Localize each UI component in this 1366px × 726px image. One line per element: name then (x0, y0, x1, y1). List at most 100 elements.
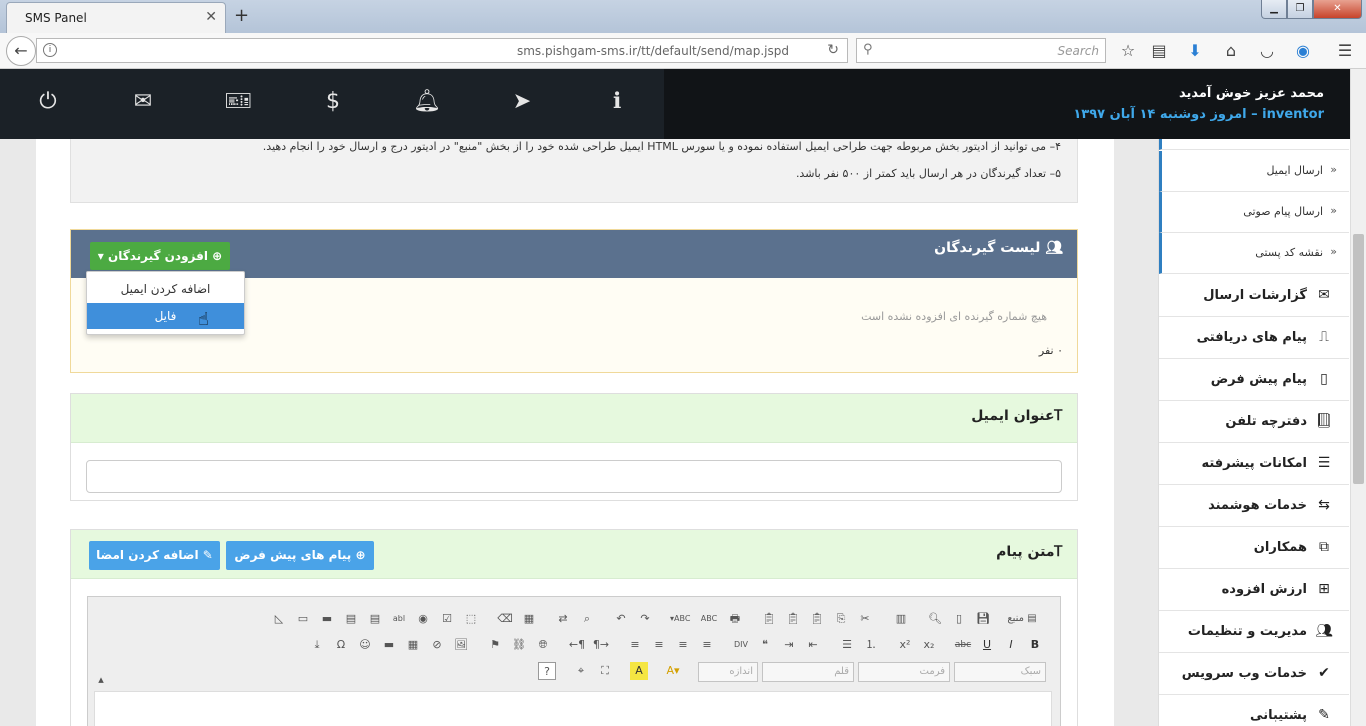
bell-icon[interactable]: 🔔︎ (412, 89, 442, 114)
find-icon[interactable]: ⌕ (578, 610, 596, 628)
reload-icon[interactable]: ↻ (827, 42, 839, 58)
italic-icon[interactable]: I (1002, 636, 1020, 654)
new-tab-icon[interactable]: + (234, 5, 249, 26)
sidebar-item-value-added[interactable]: ⊞ ارزش افزوده (1159, 569, 1349, 611)
sidebar-item-presets[interactable]: ▯ پیام پیش فرض (1159, 359, 1349, 401)
sidebar-item-reports[interactable]: ✉ گزارشات ارسال (1159, 275, 1349, 317)
div-icon[interactable]: DIV (732, 636, 750, 654)
redo-icon[interactable]: ↷ (636, 610, 654, 628)
sidebar-item-inbox[interactable]: ⎍ پیام های دریافتی (1159, 317, 1349, 359)
sidebar-item-phonebook[interactable]: 📕︎ دفترچه تلفن (1159, 401, 1349, 443)
sidebar-subitem-voice[interactable]: » ارسال پیام صوتی (1159, 192, 1349, 233)
window-close-button[interactable]: ✕ (1313, 0, 1362, 19)
copy-icon[interactable]: ⎘ (832, 610, 850, 628)
rtl-icon[interactable]: ←¶ (568, 636, 586, 654)
maximize-icon[interactable]: ⛶ (596, 662, 614, 680)
sidebar-item-support[interactable]: ✎ پشتیبانی (1159, 695, 1349, 726)
text-color-icon[interactable]: A▾ (664, 662, 682, 680)
editor-content-area[interactable] (94, 691, 1052, 726)
strike-icon[interactable]: abc (954, 636, 972, 654)
tab-close-icon[interactable]: ✕ (205, 9, 217, 25)
dropdown-item-file[interactable]: فایل (87, 303, 244, 329)
collapse-toolbar-icon[interactable]: ▴ (92, 671, 110, 689)
align-right-icon[interactable]: ≡ (650, 636, 668, 654)
info-icon[interactable]: ℹ (602, 89, 632, 114)
send-icon[interactable]: ➤ (507, 89, 537, 114)
checkbox-icon[interactable]: ☑ (438, 610, 456, 628)
scrollbar-thumb[interactable] (1353, 234, 1364, 484)
format-combo[interactable]: فرمت (858, 662, 950, 682)
underline-icon[interactable]: U (978, 636, 996, 654)
style-combo[interactable]: سبک (954, 662, 1046, 682)
spellcheck-icon[interactable]: ABC (700, 610, 718, 628)
paste-icon[interactable]: 📋︎ (808, 610, 826, 628)
dropdown-item-add-email[interactable]: اضافه کردن ایمیل (87, 276, 244, 302)
flash-icon[interactable]: ⊘ (428, 636, 446, 654)
image-button-icon[interactable]: ▭ (294, 610, 312, 628)
download-icon[interactable]: ⬇ (1185, 41, 1205, 60)
indent-icon[interactable]: ⇥ (780, 636, 798, 654)
info-icon[interactable]: i (43, 43, 57, 57)
subscript-icon[interactable]: x₂ (920, 636, 938, 654)
cut-icon[interactable]: ✂ (856, 610, 874, 628)
back-icon[interactable]: ← (6, 36, 36, 66)
form-icon[interactable]: ⬚ (462, 610, 480, 628)
save-icon[interactable]: 💾︎ (974, 610, 992, 628)
smiley-icon[interactable]: ☺ (356, 636, 374, 654)
superscript-icon[interactable]: x² (896, 636, 914, 654)
size-combo[interactable]: اندازه (698, 662, 758, 682)
special-char-icon[interactable]: Ω (332, 636, 350, 654)
sidebar-item-advanced[interactable]: ☰ امکانات پیشرفته (1159, 443, 1349, 485)
sidebar-subitem-postal-map[interactable]: » نقشه کد پستی (1159, 233, 1349, 274)
select-all-icon[interactable]: ▦ (520, 610, 538, 628)
anchor-icon[interactable]: ⚑ (486, 636, 504, 654)
show-blocks-icon[interactable]: ⌖ (572, 662, 590, 680)
menu-icon[interactable]: ☰ (1335, 41, 1355, 60)
paste-text-icon[interactable]: 📋︎ (784, 610, 802, 628)
ticket-icon[interactable]: 🎫︎ (223, 89, 253, 114)
sidebar-item-smart-services[interactable]: ⇆ خدمات هوشمند (1159, 485, 1349, 527)
bg-color-icon[interactable]: A (630, 662, 648, 680)
table-icon[interactable]: ▦ (404, 636, 422, 654)
horizontal-rule-icon[interactable]: ▬ (380, 636, 398, 654)
bullet-list-icon[interactable]: ☰ (838, 636, 856, 654)
link-icon[interactable]: 🌐︎ (534, 636, 552, 654)
sidebar-item-partners[interactable]: ⧉ همکاران (1159, 527, 1349, 569)
reading-list-icon[interactable]: ▤ (1149, 41, 1169, 60)
numbered-list-icon[interactable]: ⒈ (862, 636, 880, 654)
templates-icon[interactable]: ▥ (892, 610, 910, 628)
bookmark-star-icon[interactable]: ☆ (1118, 41, 1138, 60)
preset-messages-button[interactable]: ⊕ پیام های پیش فرض (226, 541, 374, 570)
mail-icon[interactable]: ✉ (128, 89, 158, 114)
new-page-icon[interactable]: ▯ (950, 610, 968, 628)
url-bar[interactable]: i sms.pishgam-sms.ir/tt/default/send/map… (36, 38, 848, 63)
align-left-icon[interactable]: ≡ (698, 636, 716, 654)
spellcheck-dropdown-icon[interactable]: ▾ABC (670, 610, 690, 628)
outdent-icon[interactable]: ⇤ (804, 636, 822, 654)
add-recipients-button[interactable]: ⊕ افزودن گیرندگان ▾ (90, 242, 230, 270)
undo-icon[interactable]: ↶ (612, 610, 630, 628)
pocket-icon[interactable]: ◡ (1257, 41, 1277, 60)
add-signature-button[interactable]: ✎ اضافه کردن امضا (89, 541, 220, 570)
page-scrollbar[interactable] (1350, 69, 1366, 726)
sidebar-subitem-send-email[interactable]: » ارسال ایمیل (1159, 151, 1349, 192)
sidebar-item-settings[interactable]: 👥︎ مدیریت و تنظیمات (1159, 611, 1349, 653)
image-icon[interactable]: 🖼︎ (452, 636, 470, 654)
dollar-icon[interactable]: $ (318, 89, 348, 114)
account-icon[interactable]: ◉ (1293, 41, 1313, 60)
select-field-icon[interactable]: ▤ (342, 610, 360, 628)
hidden-field-icon[interactable]: ◺ (270, 610, 288, 628)
page-break-icon[interactable]: ⤓ (308, 636, 326, 654)
home-icon[interactable]: ⌂ (1221, 41, 1241, 60)
subject-input[interactable] (86, 460, 1062, 493)
textfield-icon[interactable]: abl (390, 610, 408, 628)
align-justify-icon[interactable]: ≡ (626, 636, 644, 654)
font-combo[interactable]: قلم (762, 662, 854, 682)
sidebar-item-webservice[interactable]: ✔ خدمات وب سرویس (1159, 653, 1349, 695)
textarea-icon[interactable]: ▤ (366, 610, 384, 628)
window-minimize-button[interactable]: ▁ (1261, 0, 1287, 19)
preview-icon[interactable]: 🔍︎ (926, 610, 944, 628)
search-input[interactable]: ⚲ Search (856, 38, 1106, 63)
replace-icon[interactable]: ⇄ (554, 610, 572, 628)
source-button[interactable]: منبع ▤ (1000, 610, 1044, 628)
